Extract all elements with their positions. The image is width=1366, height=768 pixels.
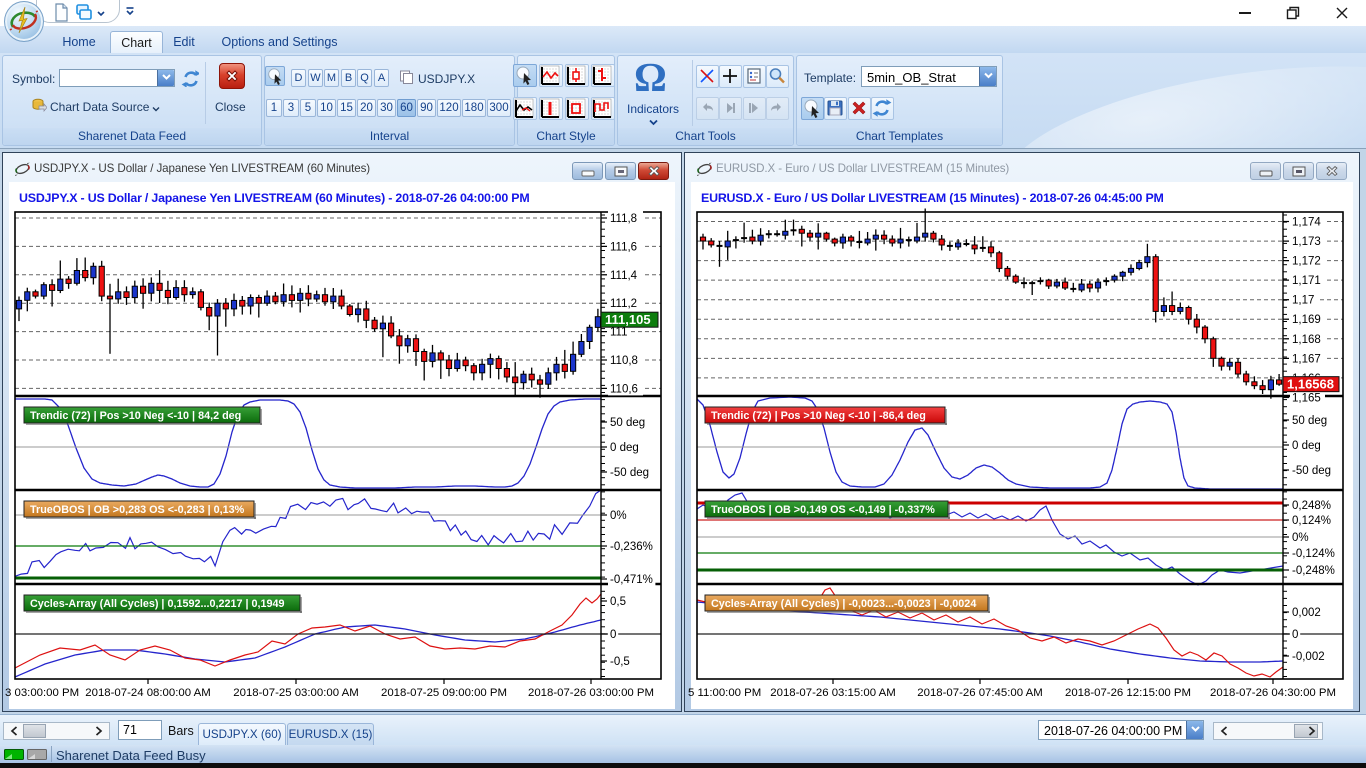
svg-text:5 11:00:00 PM: 5 11:00:00 PM bbox=[688, 687, 761, 699]
svg-text:TrueOBOS | OB >0,149 OS <-0,14: TrueOBOS | OB >0,149 OS <-0,149 | -0,337… bbox=[711, 504, 935, 516]
svg-text:Trendic (72) | Pos >10 Neg <-1: Trendic (72) | Pos >10 Neg <-10 | 84,2 d… bbox=[30, 410, 241, 422]
svg-text:2018-07-26 12:15:00 PM: 2018-07-26 12:15:00 PM bbox=[1065, 687, 1191, 699]
svg-text:1,172: 1,172 bbox=[1292, 256, 1321, 268]
svg-text:111,6: 111,6 bbox=[610, 241, 637, 253]
svg-text:2018-07-26 04:30:00 PM: 2018-07-26 04:30:00 PM bbox=[1210, 687, 1336, 699]
svg-text:-50 deg: -50 deg bbox=[1292, 465, 1331, 477]
svg-text:0,5: 0,5 bbox=[610, 596, 626, 608]
svg-text:-0,002: -0,002 bbox=[1292, 651, 1325, 663]
svg-text:0%: 0% bbox=[610, 510, 627, 522]
svg-text:0: 0 bbox=[1292, 629, 1298, 641]
svg-text:TrueOBOS | OB >0,283 OS <-0,28: TrueOBOS | OB >0,283 OS <-0,283 | 0,13% bbox=[30, 504, 245, 516]
svg-text:1,171: 1,171 bbox=[1292, 275, 1321, 287]
svg-text:2018-07-24 08:00:00 AM: 2018-07-24 08:00:00 AM bbox=[85, 687, 210, 699]
svg-text:50 deg: 50 deg bbox=[1292, 415, 1327, 427]
svg-text:-50 deg: -50 deg bbox=[610, 467, 649, 479]
svg-text:0 deg: 0 deg bbox=[1292, 440, 1321, 452]
svg-text:2018-07-26 03:15:00 AM: 2018-07-26 03:15:00 AM bbox=[770, 687, 895, 699]
svg-text:2018-07-25 09:00:00 PM: 2018-07-25 09:00:00 PM bbox=[381, 687, 507, 699]
svg-text:Cycles-Array (All Cycles) | 0,: Cycles-Array (All Cycles) | 0,1592...0,2… bbox=[30, 598, 285, 610]
svg-text:111: 111 bbox=[610, 327, 627, 339]
svg-text:111,4: 111,4 bbox=[610, 270, 638, 282]
svg-text:-0,236%: -0,236% bbox=[610, 541, 653, 553]
svg-text:1,169: 1,169 bbox=[1292, 314, 1321, 326]
svg-text:3 03:00:00 PM: 3 03:00:00 PM bbox=[5, 687, 79, 699]
svg-text:110,8: 110,8 bbox=[610, 355, 638, 367]
svg-text:111,8: 111,8 bbox=[610, 213, 637, 225]
svg-text:1,17: 1,17 bbox=[1292, 295, 1314, 307]
svg-text:-0,5: -0,5 bbox=[610, 656, 630, 668]
svg-text:1,16568: 1,16568 bbox=[1287, 377, 1334, 392]
svg-text:0%: 0% bbox=[1292, 532, 1309, 544]
svg-text:1,174: 1,174 bbox=[1292, 217, 1321, 229]
svg-text:Cycles-Array (All Cycles) | -0: Cycles-Array (All Cycles) | -0,0023...-0… bbox=[711, 598, 976, 610]
svg-text:-0,471%: -0,471% bbox=[610, 574, 653, 586]
svg-text:1,167: 1,167 bbox=[1292, 353, 1321, 365]
svg-text:1,168: 1,168 bbox=[1292, 334, 1321, 346]
svg-text:111,2: 111,2 bbox=[610, 298, 637, 310]
svg-text:0,248%: 0,248% bbox=[1292, 500, 1331, 512]
svg-text:0: 0 bbox=[610, 629, 616, 641]
svg-text:1,165: 1,165 bbox=[1292, 393, 1321, 405]
svg-text:2018-07-25 03:00:00 AM: 2018-07-25 03:00:00 AM bbox=[233, 687, 358, 699]
svg-text:Trendic (72) | Pos >10 Neg <-1: Trendic (72) | Pos >10 Neg <-10 | -86,4 … bbox=[711, 410, 926, 422]
svg-text:2018-07-26 07:45:00 AM: 2018-07-26 07:45:00 AM bbox=[917, 687, 1042, 699]
svg-text:110,6: 110,6 bbox=[610, 383, 638, 395]
svg-text:111,105: 111,105 bbox=[605, 312, 651, 327]
svg-text:0 deg: 0 deg bbox=[610, 442, 639, 454]
svg-text:-0,248%: -0,248% bbox=[1292, 565, 1335, 577]
svg-text:0,002: 0,002 bbox=[1292, 607, 1321, 619]
svg-text:2018-07-26 03:00:00 PM: 2018-07-26 03:00:00 PM bbox=[528, 687, 654, 699]
svg-text:50 deg: 50 deg bbox=[610, 417, 645, 429]
svg-text:1,173: 1,173 bbox=[1292, 236, 1321, 248]
svg-text:0,124%: 0,124% bbox=[1292, 515, 1331, 527]
svg-text:-0,124%: -0,124% bbox=[1292, 548, 1335, 560]
